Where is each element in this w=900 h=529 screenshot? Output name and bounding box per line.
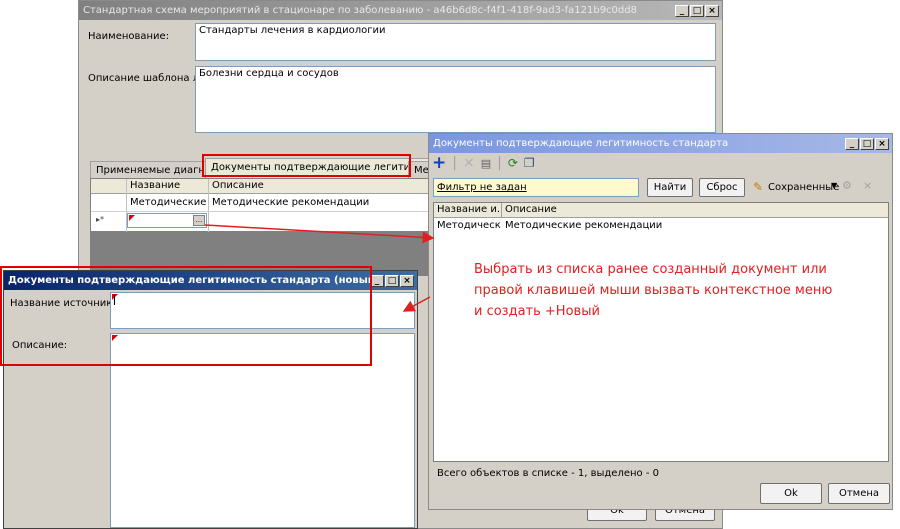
arrow-to-new-window	[402, 296, 431, 312]
annotation-arrows	[204, 224, 435, 312]
arrow-to-picker	[204, 224, 435, 244]
